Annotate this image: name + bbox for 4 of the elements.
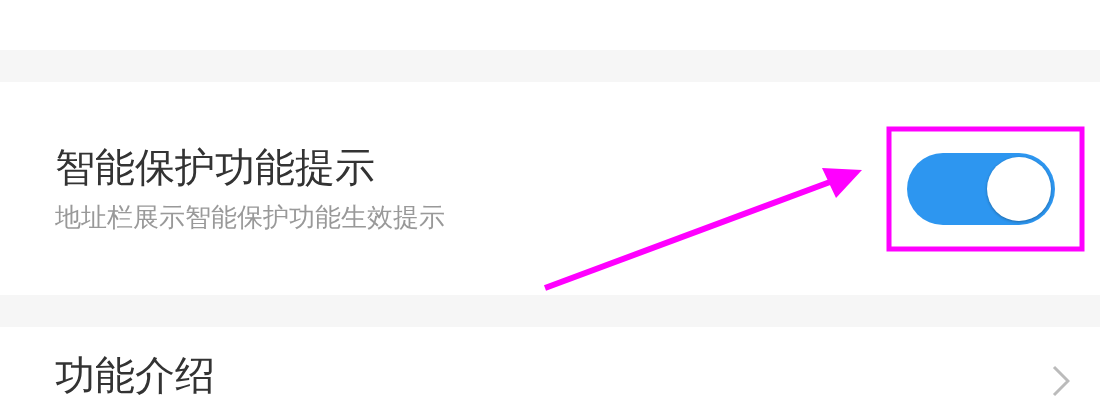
chevron-right-icon (1052, 365, 1070, 397)
setting-title[interactable]: 功能介绍 (55, 351, 215, 399)
setting-title: 智能保护功能提示 (55, 142, 376, 191)
setting-description: 地址栏展示智能保护功能生效提示 (55, 200, 445, 234)
